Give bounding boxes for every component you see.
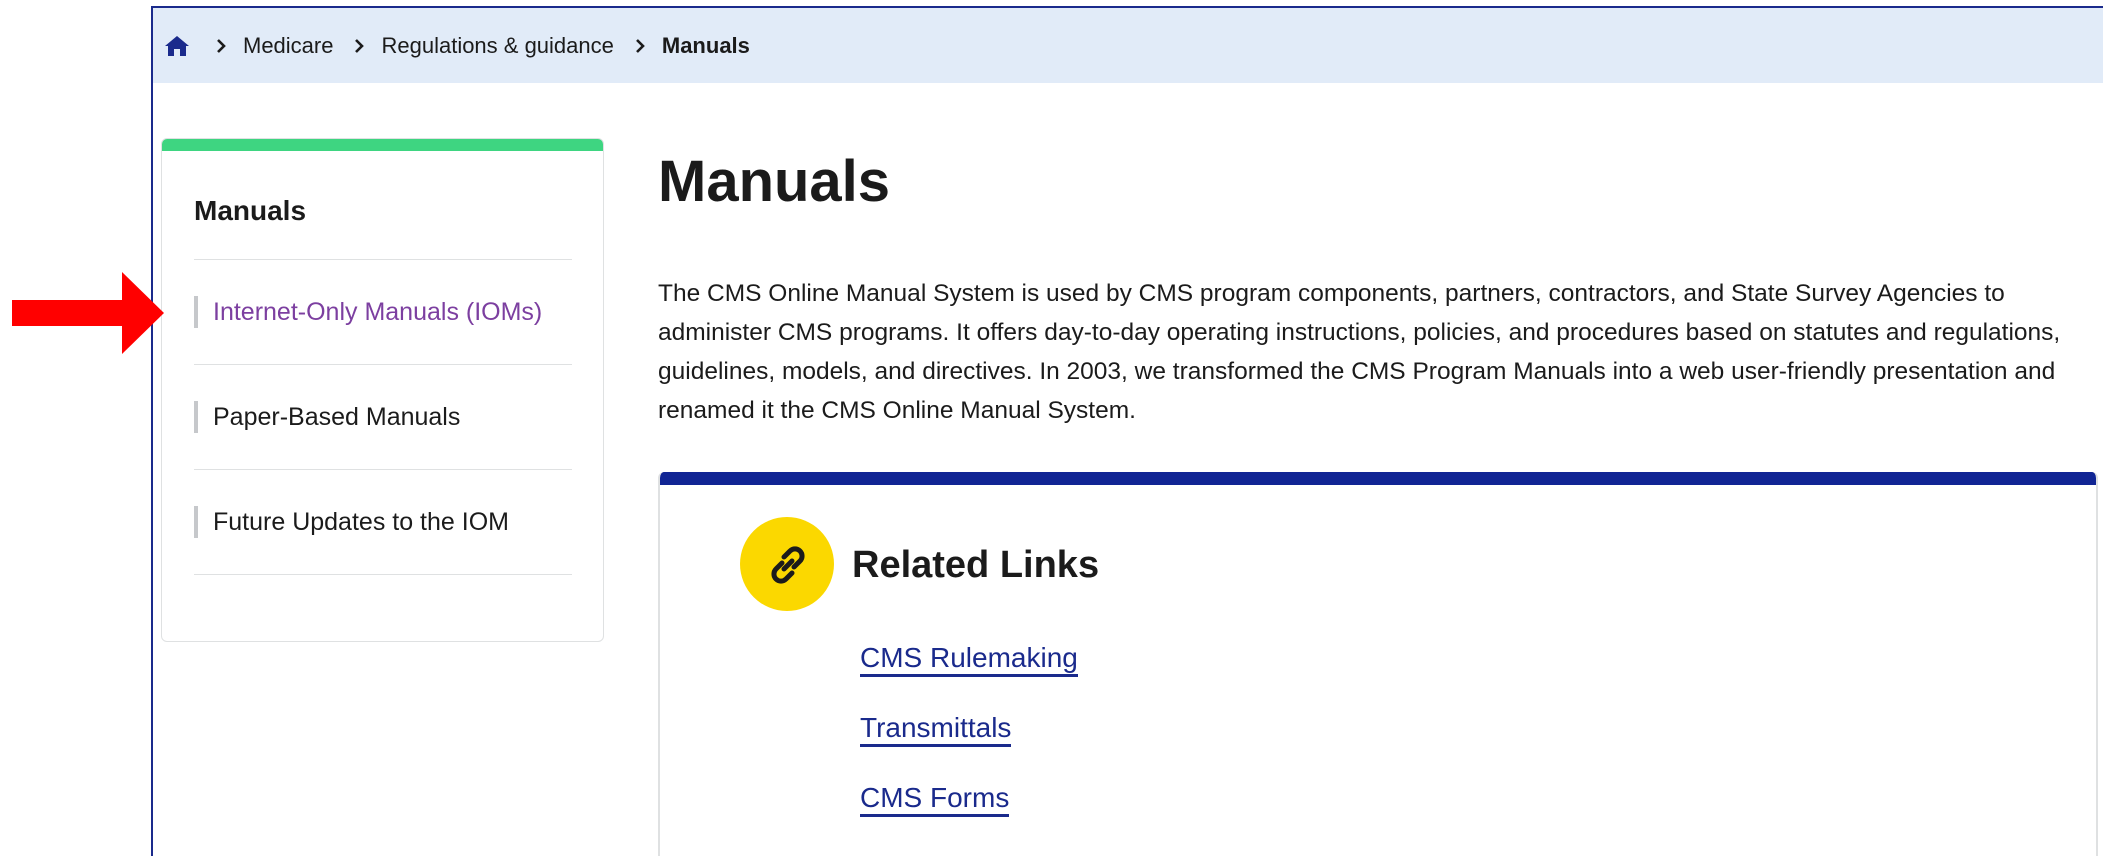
list-item: CMS Forms	[860, 782, 1078, 852]
sidebar-item-marker	[194, 296, 198, 328]
sidebar-item-label: Paper-Based Manuals	[213, 402, 461, 431]
related-links-accent-bar	[660, 472, 2096, 485]
link-cms-forms[interactable]: CMS Forms	[860, 782, 1010, 817]
red-arrow-annotation	[12, 272, 164, 354]
chevron-right-icon	[211, 36, 231, 56]
sidebar-title: Manuals	[194, 195, 307, 226]
list-item: CMS Rulemaking	[860, 642, 1078, 712]
breadcrumb-medicare[interactable]: Medicare	[243, 33, 333, 59]
sidebar-item-label: Future Updates to the IOM	[213, 507, 509, 536]
sidebar-item-marker	[194, 506, 198, 538]
sidebar-nav: Manuals Internet-Only Manuals (IOMs) Pap…	[161, 138, 604, 642]
breadcrumb-regulations[interactable]: Regulations & guidance	[381, 33, 613, 59]
related-links-list: CMS Rulemaking Transmittals CMS Forms	[860, 642, 1078, 852]
sidebar-item-label: Internet-Only Manuals (IOMs)	[213, 297, 543, 326]
chevron-right-icon	[349, 36, 369, 56]
list-item: Transmittals	[860, 712, 1078, 782]
breadcrumb-current: Manuals	[661, 32, 750, 58]
related-links-card: Related Links CMS Rulemaking Transmittal…	[658, 472, 2098, 856]
sidebar-accent-bar	[162, 139, 603, 151]
chevron-right-icon	[630, 36, 650, 56]
page-title: Manuals	[658, 149, 891, 214]
sidebar-item-iom[interactable]: Internet-Only Manuals (IOMs)	[194, 260, 572, 365]
breadcrumb: Medicare Regulations & guidance Manuals	[153, 8, 2103, 83]
related-links-title: Related Links	[852, 544, 1100, 586]
sidebar-item-future-updates[interactable]: Future Updates to the IOM	[194, 470, 572, 575]
home-icon[interactable]	[163, 32, 191, 60]
sidebar-list: Internet-Only Manuals (IOMs) Paper-Based…	[194, 259, 572, 575]
sidebar-item-marker	[194, 401, 198, 433]
intro-paragraph: The CMS Online Manual System is used by …	[658, 280, 2061, 424]
link-icon	[740, 517, 834, 611]
page-frame: Medicare Regulations & guidance Manuals …	[151, 6, 2103, 856]
link-transmittals[interactable]: Transmittals	[860, 712, 1012, 747]
sidebar-item-paper-based[interactable]: Paper-Based Manuals	[194, 365, 572, 470]
link-cms-rulemaking[interactable]: CMS Rulemaking	[860, 642, 1078, 677]
